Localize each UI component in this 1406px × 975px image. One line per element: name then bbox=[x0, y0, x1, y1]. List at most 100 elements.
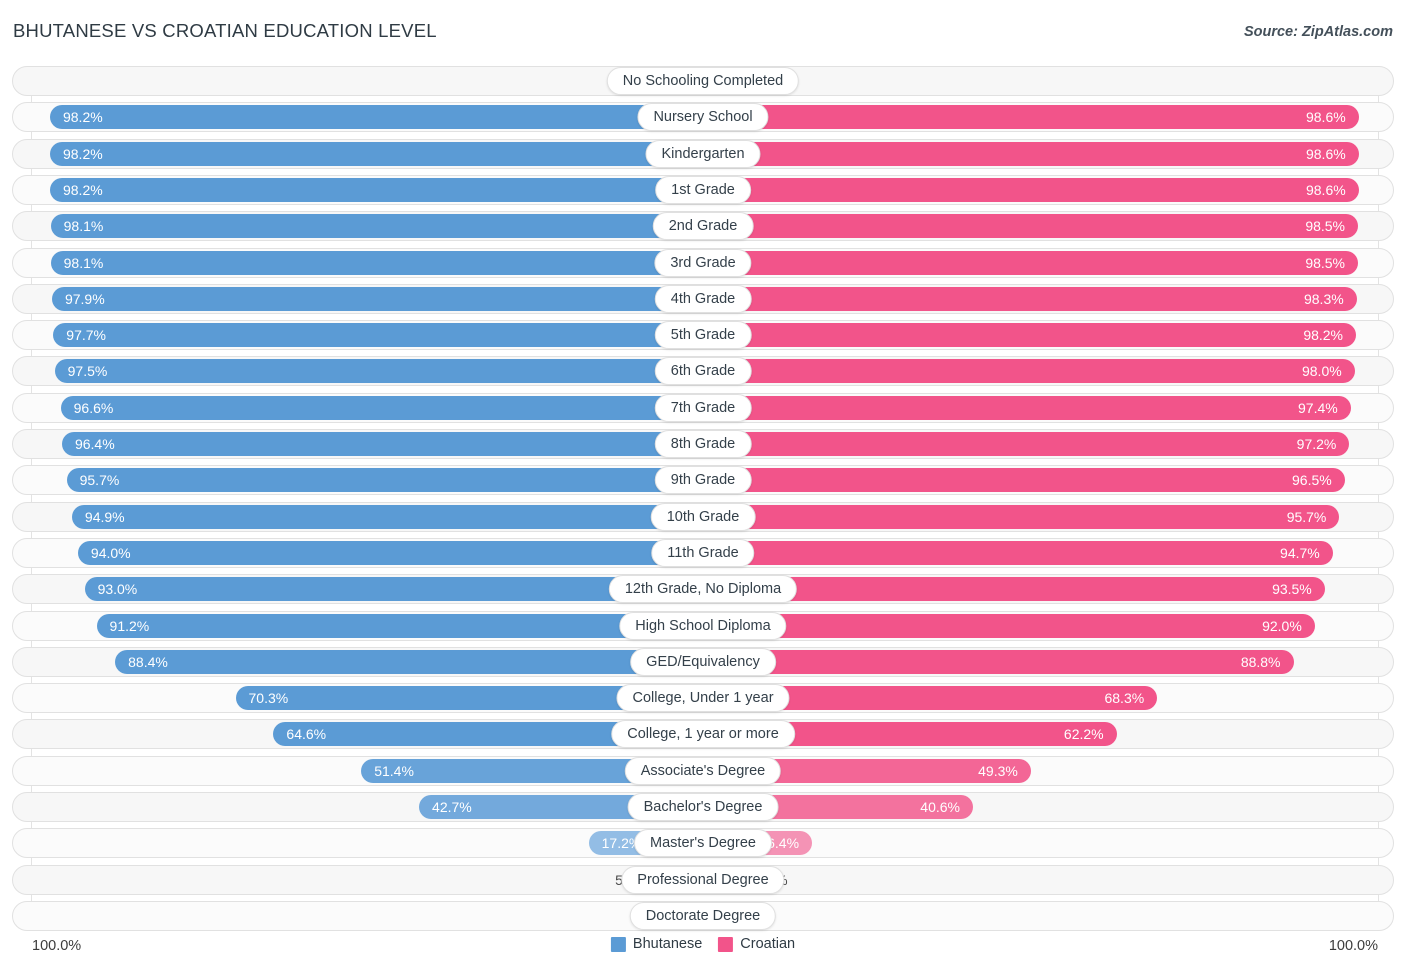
bar-croatian: 92.0% bbox=[703, 613, 1315, 638]
bar-value-croatian: 40.6% bbox=[920, 799, 960, 815]
legend: Bhutanese Croatian bbox=[610, 936, 795, 952]
bar-croatian: 96.5% bbox=[703, 468, 1345, 493]
table-row: 91.2% 92.0% High School Diploma bbox=[12, 610, 1394, 641]
category-label: 2nd Grade bbox=[652, 212, 754, 241]
bar-croatian: 97.2% bbox=[703, 432, 1350, 456]
category-label: Nursery School bbox=[637, 103, 769, 132]
bar-bhutanese: 88.4% bbox=[115, 649, 703, 674]
bar-bhutanese: 98.1% bbox=[50, 214, 703, 239]
bar-value-croatian: 94.7% bbox=[1280, 544, 1320, 561]
table-row: 93.0% 93.5% 12th Grade, No Diploma bbox=[12, 574, 1394, 605]
axis-min-label: 100.0% bbox=[32, 938, 82, 954]
bar-croatian: 98.2% bbox=[703, 323, 1357, 348]
category-label: 11th Grade bbox=[651, 538, 755, 567]
table-row: 96.6% 97.4% 7th Grade bbox=[12, 392, 1394, 423]
bar-croatian: 95.7% bbox=[703, 504, 1340, 529]
legend-item-croatian[interactable]: Croatian bbox=[718, 936, 795, 952]
chart-footer: 100.0% Bhutanese Croatian 100.0% bbox=[12, 936, 1394, 960]
legend-item-bhutanese[interactable]: Bhutanese bbox=[610, 936, 703, 952]
bar-value-croatian: 97.2% bbox=[1296, 436, 1337, 452]
bar-value-bhutanese: 88.4% bbox=[128, 653, 168, 670]
bar-value-croatian: 98.6% bbox=[1305, 109, 1346, 126]
bar-bhutanese: 95.7% bbox=[66, 468, 703, 493]
bar-bhutanese: 98.2% bbox=[49, 177, 703, 202]
table-row: 96.4% 97.2% 8th Grade bbox=[12, 429, 1394, 459]
category-label: College, Under 1 year bbox=[616, 684, 790, 713]
category-label: 5th Grade bbox=[654, 321, 752, 350]
category-label: 8th Grade bbox=[654, 430, 752, 458]
table-row: 1.8%1.5%No Schooling Completed bbox=[12, 66, 1394, 96]
category-label: Professional Degree bbox=[621, 865, 785, 894]
category-label: No Schooling Completed bbox=[606, 67, 800, 95]
bar-value-croatian: 98.2% bbox=[1303, 327, 1344, 344]
bar-value-bhutanese: 96.4% bbox=[74, 436, 115, 452]
table-row: 94.9% 95.7% 10th Grade bbox=[12, 501, 1394, 532]
category-label: 10th Grade bbox=[650, 502, 756, 531]
bar-croatian: 94.7% bbox=[703, 540, 1333, 565]
chart-root: BHUTANESE VS CROATIAN EDUCATION LEVEL So… bbox=[0, 0, 1406, 975]
bar-bhutanese: 97.9% bbox=[51, 286, 703, 311]
table-row: 88.4% 88.8% GED/Equivalency bbox=[12, 646, 1394, 677]
bar-value-bhutanese: 98.1% bbox=[63, 218, 104, 235]
category-label: 12th Grade, No Diploma bbox=[608, 575, 798, 604]
bar-value-bhutanese: 70.3% bbox=[248, 690, 289, 707]
table-row: 70.3% 68.3% College, Under 1 year bbox=[12, 683, 1394, 714]
bar-value-bhutanese: 98.2% bbox=[62, 181, 103, 198]
table-row: 97.9% 98.3% 4th Grade bbox=[12, 283, 1394, 314]
table-row: 98.1% 98.5% 2nd Grade bbox=[12, 211, 1394, 242]
table-row: 51.4% 49.3% Associate's Degree bbox=[12, 755, 1394, 786]
bar-value-croatian: 96.5% bbox=[1292, 472, 1332, 489]
bar-value-bhutanese: 97.9% bbox=[64, 290, 105, 307]
page-title: BHUTANESE VS CROATIAN EDUCATION LEVEL bbox=[13, 20, 437, 41]
bar-value-croatian: 98.6% bbox=[1305, 145, 1346, 162]
category-label: 1st Grade bbox=[655, 175, 751, 204]
axis-max-label: 100.0% bbox=[1328, 938, 1378, 954]
table-row: 94.0% 94.7% 11th Grade bbox=[12, 537, 1394, 568]
bar-croatian: 98.6% bbox=[703, 105, 1359, 130]
category-label: Kindergarten bbox=[645, 139, 761, 168]
bar-value-croatian: 98.6% bbox=[1305, 181, 1346, 198]
category-label: 7th Grade bbox=[654, 393, 752, 422]
bar-croatian: 98.5% bbox=[703, 214, 1359, 239]
bar-value-croatian: 98.3% bbox=[1303, 290, 1344, 307]
category-label: Bachelor's Degree bbox=[627, 793, 779, 821]
bar-bhutanese: 98.2% bbox=[49, 105, 703, 130]
bar-value-bhutanese: 94.9% bbox=[84, 508, 125, 525]
table-row: 98.1% 98.5% 3rd Grade bbox=[12, 247, 1394, 278]
bar-croatian: 98.6% bbox=[703, 177, 1359, 202]
table-row: 95.7% 96.5% 9th Grade bbox=[12, 465, 1394, 496]
bar-value-croatian: 93.5% bbox=[1272, 581, 1312, 598]
bar-bhutanese: 97.5% bbox=[54, 359, 703, 384]
bar-bhutanese: 94.9% bbox=[71, 504, 703, 529]
legend-label: Croatian bbox=[740, 936, 796, 952]
bar-value-bhutanese: 98.2% bbox=[62, 145, 103, 162]
bar-value-bhutanese: 42.7% bbox=[432, 799, 472, 815]
bar-value-bhutanese: 97.5% bbox=[67, 363, 108, 380]
bar-value-bhutanese: 98.2% bbox=[62, 109, 103, 126]
bar-croatian: 97.4% bbox=[703, 395, 1351, 420]
category-label: 4th Grade bbox=[654, 284, 752, 313]
bar-value-croatian: 98.5% bbox=[1305, 218, 1346, 235]
category-label: Master's Degree bbox=[634, 829, 772, 858]
bar-value-bhutanese: 97.7% bbox=[66, 327, 106, 344]
bar-bhutanese: 96.6% bbox=[60, 395, 703, 420]
bar-value-croatian: 62.2% bbox=[1063, 726, 1104, 743]
bar-value-croatian: 49.3% bbox=[978, 762, 1018, 779]
category-label: 3rd Grade bbox=[654, 248, 752, 277]
bar-croatian: 98.6% bbox=[703, 141, 1359, 166]
bar-croatian: 98.5% bbox=[703, 250, 1359, 275]
bar-bhutanese: 98.1% bbox=[50, 250, 703, 275]
table-row: 64.6% 62.2% College, 1 year or more bbox=[12, 719, 1394, 750]
legend-swatch-icon bbox=[610, 936, 626, 952]
table-row: 98.2% 98.6% 1st Grade bbox=[12, 174, 1394, 205]
plot-area: 1.8%1.5%No Schooling Completed 98.2% 98.6%… bbox=[12, 66, 1394, 931]
bar-bhutanese: 91.2% bbox=[96, 613, 703, 638]
table-row: 97.5% 98.0% 6th Grade bbox=[12, 356, 1394, 387]
bar-value-bhutanese: 94.0% bbox=[90, 544, 131, 561]
bar-croatian: 98.3% bbox=[703, 286, 1357, 311]
legend-label: Bhutanese bbox=[632, 936, 703, 952]
bar-value-bhutanese: 64.6% bbox=[286, 726, 327, 743]
legend-swatch-icon bbox=[718, 936, 734, 952]
category-label: High School Diploma bbox=[619, 611, 787, 640]
table-row: 42.7% 40.6% Bachelor's Degree bbox=[12, 792, 1394, 822]
